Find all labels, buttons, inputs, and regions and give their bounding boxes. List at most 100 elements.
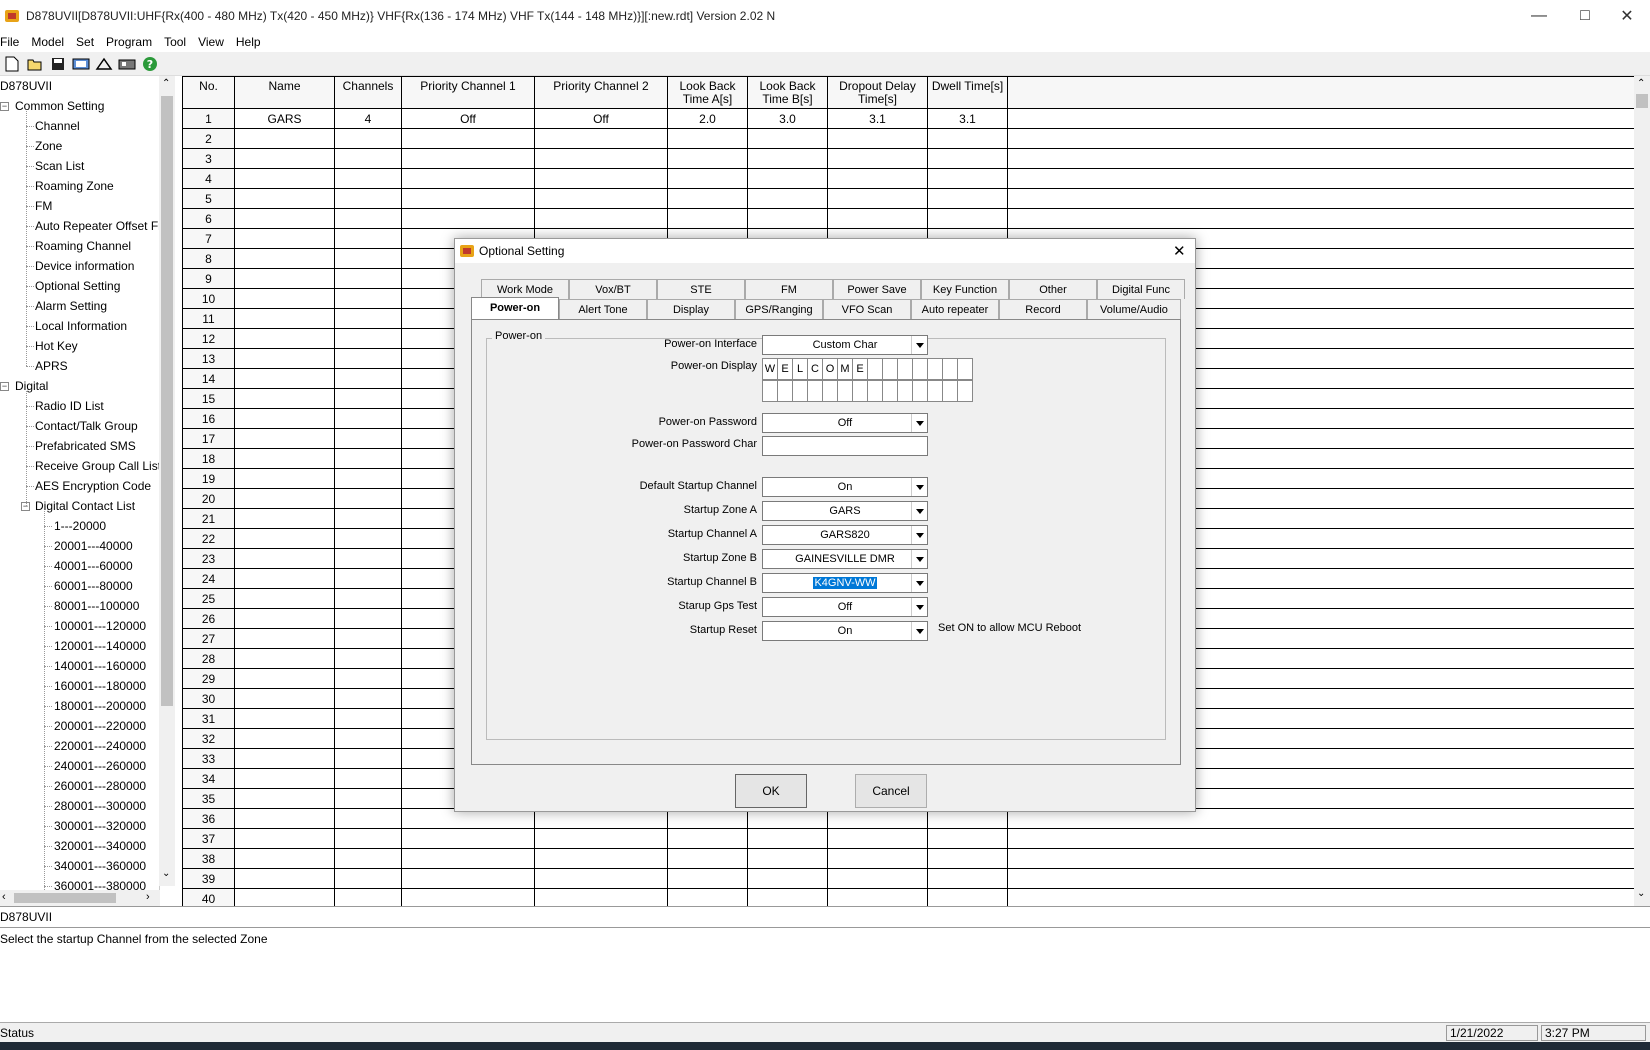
table-cell[interactable] — [667, 188, 748, 209]
cancel-button[interactable]: Cancel — [855, 774, 927, 808]
table-cell-empty[interactable] — [1007, 128, 1634, 149]
chevron-down-icon[interactable] — [911, 336, 927, 354]
tree-item-contact-talk-group[interactable]: Contact/Talk Group — [35, 416, 138, 436]
table-cell[interactable] — [334, 288, 402, 309]
power-on-interface-select[interactable]: Custom Char — [762, 335, 928, 355]
table-cell[interactable] — [234, 448, 335, 469]
table-cell[interactable] — [534, 828, 668, 849]
display-char-cell[interactable] — [897, 358, 913, 380]
table-cell[interactable] — [334, 728, 402, 749]
table-cell-empty[interactable] — [1007, 888, 1634, 906]
table-cell[interactable] — [334, 128, 402, 149]
display-char-cell[interactable] — [852, 380, 868, 402]
table-cell[interactable] — [401, 828, 535, 849]
table-cell[interactable] — [334, 848, 402, 869]
table-cell[interactable] — [534, 168, 668, 189]
table-cell[interactable] — [534, 888, 668, 906]
table-cell[interactable] — [534, 848, 668, 869]
tree-item-local-information[interactable]: Local Information — [35, 316, 127, 336]
tree-contact-range[interactable]: 260001---280000 — [54, 776, 146, 796]
close-icon[interactable]: ✕ — [1604, 0, 1650, 32]
table-cell[interactable] — [234, 408, 335, 429]
tree-contact-range[interactable]: 180001---200000 — [54, 696, 146, 716]
table-cell[interactable] — [334, 628, 402, 649]
table-cell[interactable] — [234, 848, 335, 869]
tab-other[interactable]: Other — [1009, 279, 1097, 299]
table-cell[interactable] — [667, 208, 748, 229]
table-cell[interactable] — [334, 648, 402, 669]
table-cell[interactable] — [534, 868, 668, 889]
table-cell[interactable] — [827, 148, 928, 169]
table-cell[interactable] — [747, 868, 828, 889]
tree-item-hot-key[interactable]: Hot Key — [35, 336, 78, 356]
tree-item-zone[interactable]: Zone — [35, 136, 62, 156]
scroll-right-icon[interactable]: › — [146, 891, 150, 903]
dialog-close-icon[interactable]: ✕ — [1173, 242, 1186, 260]
table-cell[interactable] — [334, 448, 402, 469]
display-char-cell[interactable] — [927, 358, 943, 380]
table-cell[interactable] — [234, 868, 335, 889]
table-cell[interactable] — [401, 188, 535, 209]
display-char-cell[interactable]: L — [792, 358, 808, 380]
table-cell[interactable] — [234, 288, 335, 309]
tab-auto-repeater[interactable]: Auto repeater — [911, 299, 999, 319]
scroll-left-icon[interactable]: ‹ — [2, 891, 6, 903]
tree-contact-range[interactable]: 220001---240000 — [54, 736, 146, 756]
table-cell[interactable]: Off — [534, 108, 668, 129]
tab-vfo-scan[interactable]: VFO Scan — [823, 299, 911, 319]
header-priority-2[interactable]: Priority Channel 2 — [534, 76, 668, 109]
table-cell[interactable] — [334, 328, 402, 349]
display-char-cell[interactable] — [942, 358, 958, 380]
table-cell[interactable] — [667, 828, 748, 849]
table-cell[interactable] — [234, 668, 335, 689]
tree-scroll-thumb[interactable] — [161, 96, 173, 706]
chevron-down-icon[interactable] — [911, 574, 927, 592]
chevron-down-icon[interactable] — [911, 622, 927, 640]
table-cell-empty[interactable] — [1007, 108, 1634, 129]
header-look-back-a[interactable]: Look Back Time A[s] — [667, 76, 748, 109]
table-cell[interactable] — [234, 548, 335, 569]
table-cell[interactable] — [234, 488, 335, 509]
header-name[interactable]: Name — [234, 76, 335, 109]
tree-contact-range[interactable]: 240001---260000 — [54, 756, 146, 776]
table-cell[interactable] — [927, 888, 1008, 906]
table-cell[interactable] — [334, 368, 402, 389]
power-on-password-select[interactable]: Off — [762, 413, 928, 433]
table-cell[interactable] — [334, 828, 402, 849]
table-cell[interactable]: 3.0 — [747, 108, 828, 129]
tree-item-receive-group-call-list[interactable]: Receive Group Call List — [35, 456, 159, 476]
chevron-down-icon[interactable] — [911, 478, 927, 496]
table-cell[interactable] — [234, 248, 335, 269]
startup-zone-a-select[interactable]: GARS — [762, 501, 928, 521]
table-cell[interactable] — [401, 888, 535, 906]
table-cell[interactable] — [927, 868, 1008, 889]
help-icon[interactable]: ? — [140, 55, 160, 73]
table-cell[interactable] — [334, 508, 402, 529]
tree-contact-range[interactable]: 20001---40000 — [54, 536, 133, 556]
table-cell[interactable] — [334, 668, 402, 689]
tab-vox-bt[interactable]: Vox/BT — [569, 279, 657, 299]
tree-item-roaming-zone[interactable]: Roaming Zone — [35, 176, 114, 196]
table-cell[interactable] — [334, 768, 402, 789]
table-cell[interactable] — [234, 148, 335, 169]
header-channels[interactable]: Channels — [334, 76, 402, 109]
table-cell[interactable] — [927, 128, 1008, 149]
table-cell[interactable]: 4 — [334, 108, 402, 129]
display-char-cell[interactable] — [867, 358, 883, 380]
table-cell[interactable] — [401, 148, 535, 169]
menu-file[interactable]: File — [0, 35, 25, 49]
table-cell[interactable] — [334, 748, 402, 769]
tab-volume-audio[interactable]: Volume/Audio — [1087, 299, 1181, 319]
table-cell[interactable] — [334, 888, 402, 906]
table-cell[interactable] — [827, 868, 928, 889]
display-char-cell[interactable] — [912, 358, 928, 380]
table-cell[interactable] — [534, 148, 668, 169]
table-cell[interactable] — [234, 648, 335, 669]
table-cell[interactable] — [334, 408, 402, 429]
table-cell[interactable] — [234, 728, 335, 749]
table-cell[interactable] — [927, 828, 1008, 849]
table-cell[interactable] — [667, 848, 748, 869]
table-cell[interactable] — [334, 308, 402, 329]
tree-root[interactable]: D878UVII — [0, 76, 52, 96]
table-cell[interactable] — [234, 348, 335, 369]
